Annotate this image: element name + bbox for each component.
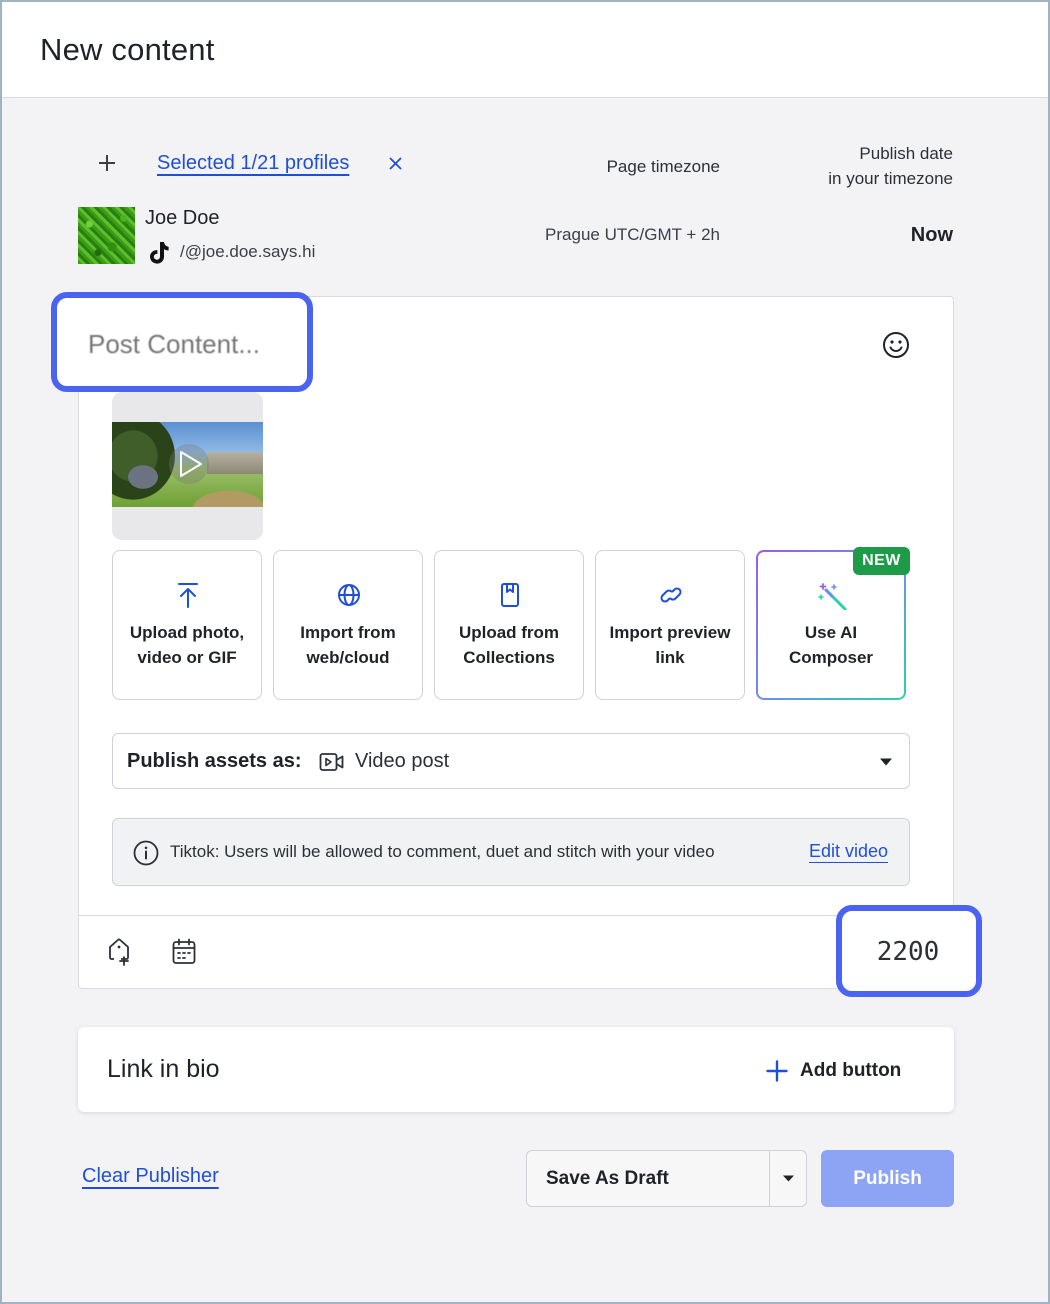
- tiktok-icon: [150, 242, 169, 264]
- header: New content: [2, 2, 1048, 98]
- page-timezone-label: Page timezone: [606, 157, 720, 176]
- link-in-bio-card: Link in bio Add button: [78, 1027, 954, 1112]
- smiley-icon[interactable]: [880, 329, 912, 361]
- profile-handle: /@joe.doe.says.hi: [180, 242, 316, 261]
- chevron-down-icon: [782, 1175, 794, 1182]
- add-bio-button[interactable]: Add button: [766, 1057, 901, 1085]
- magic-wand-icon: [818, 583, 847, 610]
- page-title: New content: [40, 32, 215, 67]
- play-icon[interactable]: [167, 442, 211, 486]
- plus-icon: [766, 1060, 788, 1082]
- clear-publisher-link[interactable]: Clear Publisher: [82, 1165, 219, 1188]
- info-icon: [133, 840, 159, 866]
- save-draft-split-button: Save As Draft: [526, 1150, 807, 1207]
- tag-add-icon[interactable]: [106, 937, 134, 967]
- globe-icon: [338, 584, 360, 606]
- upload-media-tile[interactable]: Upload photo, video or GIF: [112, 550, 262, 700]
- post-content-input[interactable]: [88, 324, 298, 364]
- video-icon: [319, 753, 344, 771]
- import-web-tile[interactable]: Import from web/cloud: [273, 550, 423, 700]
- editor-footer-divider: [79, 915, 953, 916]
- publish-as-label: Publish assets as:: [127, 750, 302, 772]
- profile-timezone: Prague UTC/GMT + 2h: [545, 225, 720, 244]
- bookmark-icon: [501, 583, 519, 607]
- new-badge: NEW: [853, 547, 910, 575]
- close-icon: [388, 156, 402, 170]
- plus-icon: [99, 155, 115, 171]
- tiktok-info-notice: Tiktok: Users will be allowed to comment…: [112, 818, 910, 886]
- clear-profiles-button[interactable]: [385, 152, 405, 174]
- info-text: Tiktok: Users will be allowed to comment…: [170, 842, 715, 861]
- publish-button[interactable]: Publish: [821, 1150, 954, 1207]
- upload-icon: [178, 583, 198, 608]
- publish-as-value: Video post: [355, 750, 450, 772]
- upload-collections-tile[interactable]: Upload from Collections: [434, 550, 584, 700]
- profile-name: Joe Doe: [145, 207, 220, 229]
- avatar: [78, 207, 135, 264]
- character-counter: 2200: [876, 937, 940, 967]
- import-preview-link-tile[interactable]: Import preview link: [595, 550, 745, 700]
- edit-video-link[interactable]: Edit video: [809, 841, 888, 862]
- publisher-window: New content Selected 1/21 profiles Page …: [0, 0, 1050, 1304]
- publish-date-label: Publish date in your timezone: [828, 144, 953, 188]
- chevron-down-icon: [880, 758, 892, 766]
- publish-as-select[interactable]: Publish assets as: Video post: [112, 733, 910, 789]
- save-draft-button[interactable]: Save As Draft: [527, 1151, 769, 1206]
- add-bio-button-label: Add button: [800, 1060, 902, 1081]
- save-draft-menu-button[interactable]: [770, 1151, 806, 1206]
- selected-profiles-link[interactable]: Selected 1/21 profiles: [157, 152, 349, 175]
- profile-publish-date: Now: [910, 224, 953, 246]
- link-icon: [660, 587, 682, 603]
- add-profile-button[interactable]: [94, 150, 120, 176]
- link-in-bio-title: Link in bio: [107, 1055, 220, 1083]
- calendar-icon[interactable]: [170, 937, 198, 967]
